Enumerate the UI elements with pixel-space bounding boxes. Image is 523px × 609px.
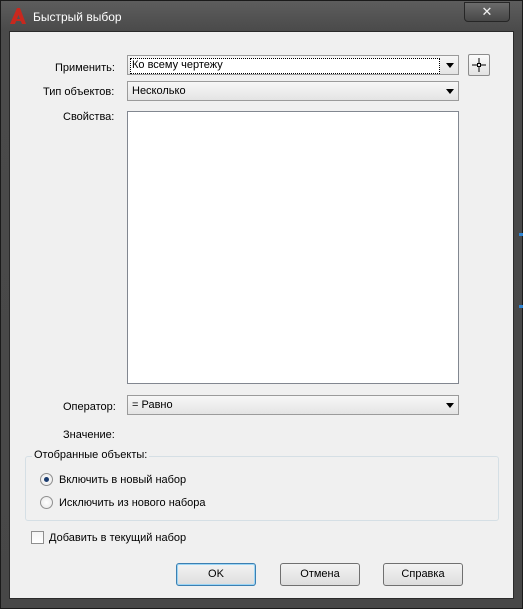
operator-label: Оператор: (63, 401, 116, 413)
object-type-dropdown[interactable]: Несколько (127, 81, 459, 101)
autocad-logo-icon (10, 8, 26, 24)
select-objects-crosshair-icon (472, 58, 486, 72)
object-type-value: Несколько (132, 85, 186, 97)
operator-value: = Равно (132, 399, 173, 411)
quick-select-dialog: Быстрый выбор ✕ Применить: Ко всему черт… (0, 0, 523, 609)
ok-button[interactable]: OK (176, 563, 256, 586)
close-icon: ✕ (481, 4, 493, 19)
dialog-title: Быстрый выбор (33, 10, 122, 24)
chevron-down-icon (446, 403, 454, 408)
include-label[interactable]: Включить в новый набор (59, 474, 186, 486)
operator-dropdown[interactable]: = Равно (127, 395, 459, 415)
selected-objects-group (25, 456, 499, 521)
select-objects-button[interactable] (468, 54, 490, 76)
help-button[interactable]: Справка (383, 563, 463, 586)
object-type-label: Тип объектов: (43, 86, 115, 98)
exclude-radio[interactable] (40, 496, 53, 509)
value-label: Значение: (63, 429, 115, 441)
apply-to-label: Применить: (55, 62, 115, 74)
apply-to-dropdown[interactable]: Ко всему чертежу (127, 55, 459, 75)
append-label[interactable]: Добавить в текущий набор (49, 532, 186, 544)
chevron-down-icon (446, 89, 454, 94)
close-button[interactable]: ✕ (464, 2, 510, 22)
properties-label: Свойства: (63, 111, 115, 123)
properties-listbox[interactable] (127, 111, 459, 384)
background-selection-marker (519, 233, 523, 236)
apply-to-value: Ко всему чертежу (130, 58, 440, 74)
background-selection-marker (519, 305, 523, 308)
append-checkbox[interactable] (31, 531, 44, 544)
title-bar[interactable]: Быстрый выбор ✕ (1, 1, 522, 31)
include-radio[interactable] (40, 473, 53, 486)
dialog-body: Применить: Ко всему чертежу Тип объектов… (9, 31, 514, 599)
exclude-label[interactable]: Исключить из нового набора (59, 497, 206, 509)
cancel-button[interactable]: Отмена (280, 563, 360, 586)
chevron-down-icon (446, 63, 454, 68)
selected-objects-group-title: Отобранные объекты: (32, 449, 150, 461)
